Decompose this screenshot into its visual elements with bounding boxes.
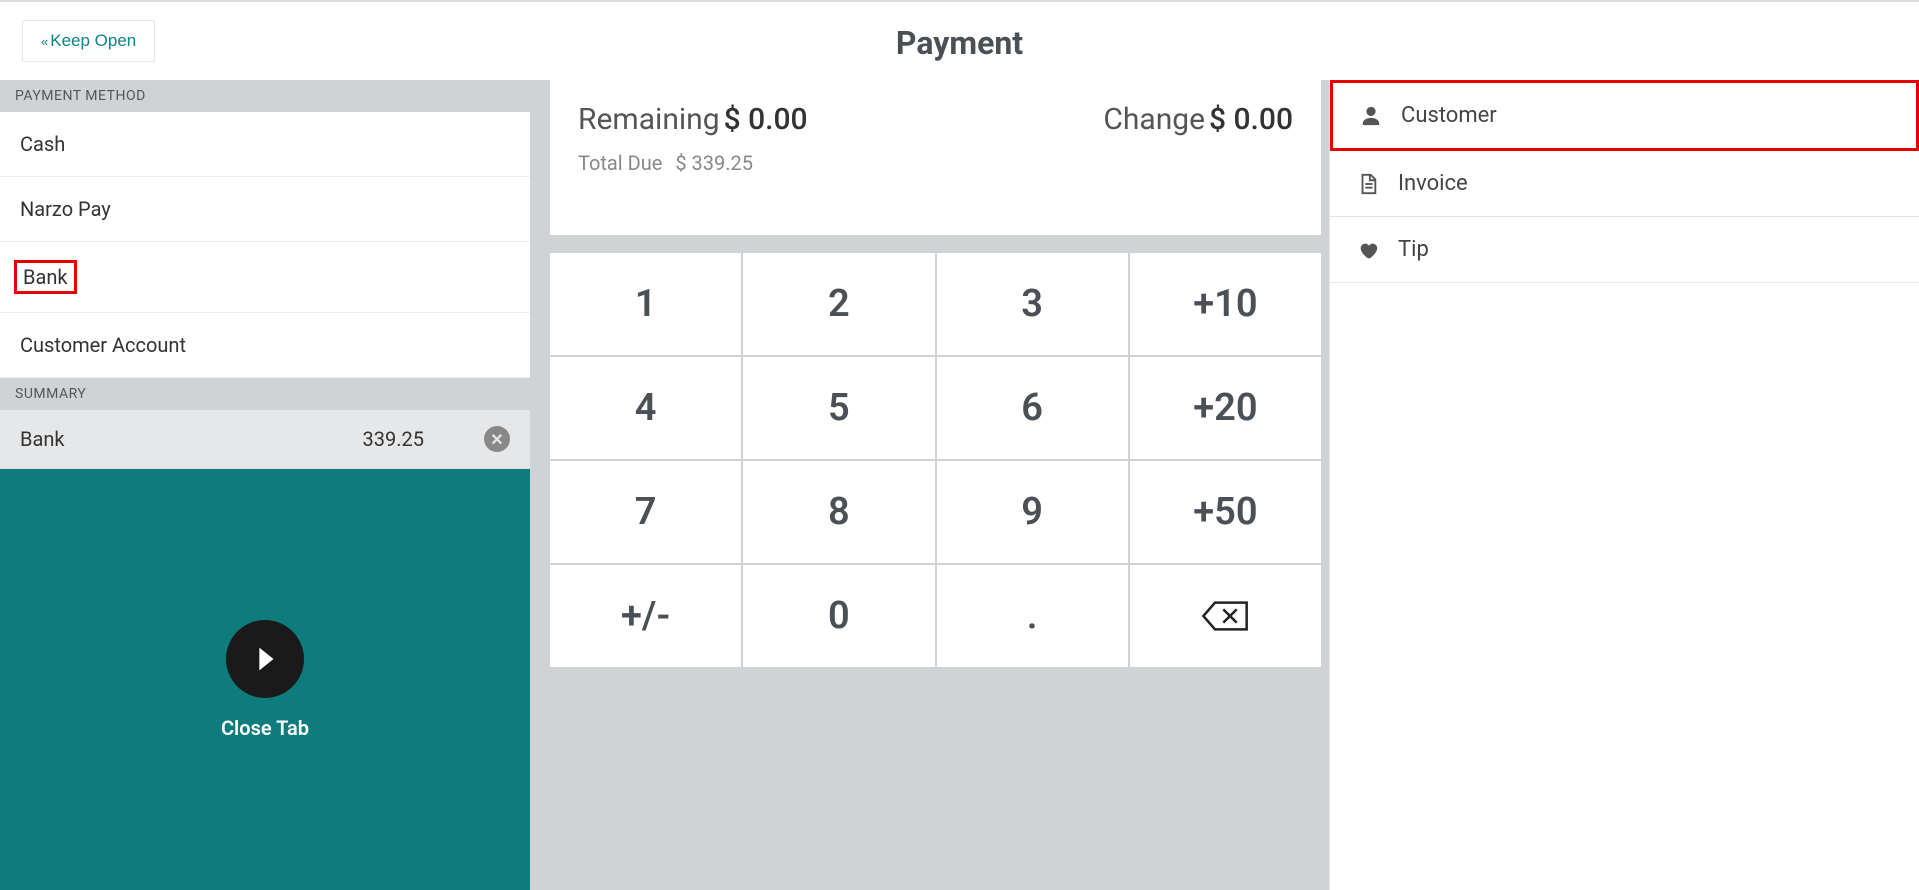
close-tab-circle: [226, 620, 304, 698]
action-customer-label: Customer: [1401, 103, 1497, 128]
close-icon: ✕: [490, 430, 503, 449]
keep-open-label: Keep Open: [50, 31, 136, 51]
close-tab-button[interactable]: Close Tab: [0, 469, 530, 890]
key-backspace[interactable]: [1130, 565, 1321, 667]
action-tip-label: Tip: [1398, 237, 1429, 262]
payment-method-header: PAYMENT METHOD: [0, 80, 530, 112]
key-plus-20[interactable]: +20: [1130, 357, 1321, 459]
key-9[interactable]: 9: [937, 461, 1128, 563]
keypad: 1 2 3 +10 4 5 6 +20 7 8 9 +50 +/- 0 .: [550, 253, 1321, 667]
summary-row[interactable]: Bank 339.25 ✕: [0, 410, 530, 469]
key-4[interactable]: 4: [550, 357, 741, 459]
user-icon: [1359, 104, 1383, 128]
header: « Keep Open Payment: [0, 2, 1919, 80]
key-plus-minus[interactable]: +/-: [550, 565, 741, 667]
summary-header: SUMMARY: [0, 378, 530, 410]
page-title: Payment: [896, 24, 1023, 62]
total-due-label: Total Due: [578, 151, 662, 175]
change-label: Change: [1103, 102, 1205, 137]
key-5[interactable]: 5: [743, 357, 934, 459]
main-area: PAYMENT METHOD Cash Narzo Pay Bank Custo…: [0, 80, 1919, 890]
payment-method-bank[interactable]: Bank: [0, 242, 530, 313]
remaining-label: Remaining: [578, 102, 720, 137]
chevron-left-double-icon: «: [41, 34, 44, 49]
action-invoice[interactable]: Invoice: [1330, 151, 1919, 217]
backspace-icon: [1200, 598, 1250, 634]
right-panel: Customer Invoice Tip: [1329, 80, 1919, 890]
action-invoice-label: Invoice: [1398, 171, 1468, 196]
summary-row-amount: 339.25: [363, 427, 424, 451]
key-7[interactable]: 7: [550, 461, 741, 563]
change-value: $ 0.00: [1209, 102, 1293, 137]
key-decimal[interactable]: .: [937, 565, 1128, 667]
key-1[interactable]: 1: [550, 253, 741, 355]
status-card: Remaining $ 0.00 Change $ 0.00 Total Due…: [550, 80, 1321, 235]
document-icon: [1356, 172, 1380, 196]
action-tip[interactable]: Tip: [1330, 217, 1919, 283]
key-6[interactable]: 6: [937, 357, 1128, 459]
total-due: Total Due $ 339.25: [578, 151, 1293, 175]
payment-method-narzo-pay[interactable]: Narzo Pay: [0, 177, 530, 242]
summary-row-label: Bank: [20, 427, 363, 451]
key-2[interactable]: 2: [743, 253, 934, 355]
remaining-value: $ 0.00: [724, 102, 808, 137]
payment-method-bank-label: Bank: [14, 260, 77, 294]
key-0[interactable]: 0: [743, 565, 934, 667]
chevron-right-icon: [248, 642, 282, 676]
key-8[interactable]: 8: [743, 461, 934, 563]
total-due-value: $ 339.25: [675, 151, 753, 175]
status-row: Remaining $ 0.00 Change $ 0.00: [578, 102, 1293, 137]
payment-method-cash[interactable]: Cash: [0, 112, 530, 177]
heart-icon: [1356, 238, 1380, 262]
key-3[interactable]: 3: [937, 253, 1128, 355]
close-tab-label: Close Tab: [221, 716, 309, 740]
remove-summary-button[interactable]: ✕: [484, 426, 510, 452]
action-customer[interactable]: Customer: [1330, 80, 1919, 151]
key-plus-50[interactable]: +50: [1130, 461, 1321, 563]
left-panel: PAYMENT METHOD Cash Narzo Pay Bank Custo…: [0, 80, 530, 890]
center-panel: Remaining $ 0.00 Change $ 0.00 Total Due…: [530, 80, 1329, 890]
payment-method-customer-account[interactable]: Customer Account: [0, 313, 530, 378]
key-plus-10[interactable]: +10: [1130, 253, 1321, 355]
keep-open-button[interactable]: « Keep Open: [22, 20, 155, 62]
